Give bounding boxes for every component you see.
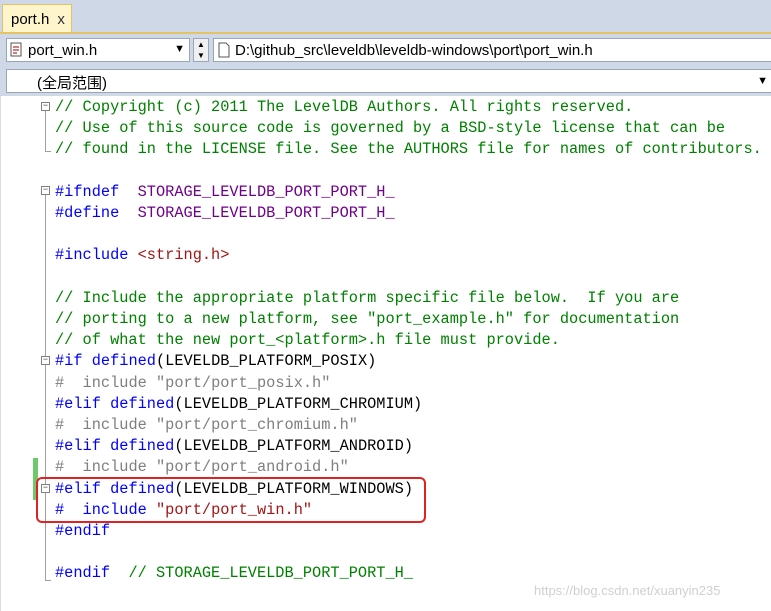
code-token: # — [55, 416, 83, 434]
collapse-icon[interactable]: − — [41, 186, 50, 195]
path-value: D:\github_src\leveldb\leveldb-windows\po… — [235, 41, 593, 59]
code-line[interactable]: // of what the new port_<platform>.h fil… — [55, 330, 560, 351]
code-line[interactable]: // Include the appropriate platform spec… — [55, 288, 679, 309]
code-token: include — [82, 458, 147, 477]
code-token: STORAGE_LEVELDB_PORT_PORT_H_ — [137, 204, 395, 222]
spin-up-icon[interactable]: ▲ — [194, 39, 208, 50]
close-icon[interactable]: x — [57, 11, 65, 28]
outline-line — [45, 556, 46, 580]
outline-line — [45, 111, 46, 151]
code-line[interactable]: // Copyright (c) 2011 The LevelDB Author… — [55, 97, 633, 118]
code-token: (LEVELDB_PLATFORM_POSIX) — [156, 352, 377, 371]
code-line[interactable]: #endif — [55, 521, 110, 542]
code-token: include — [82, 373, 147, 392]
code-token: // Include the appropriate platform spec… — [55, 288, 680, 307]
chevron-down-icon[interactable]: ▼ — [757, 75, 768, 87]
document-icon — [218, 42, 230, 58]
spin-down-icon[interactable]: ▼ — [194, 50, 208, 61]
outline-end — [45, 151, 51, 152]
code-token: # — [55, 373, 83, 392]
tab-port-h[interactable]: port.h x — [2, 4, 72, 33]
code-line[interactable]: #include <string.h> — [55, 245, 229, 266]
code-token: // of what the new port_<platform>.h fil… — [55, 331, 560, 350]
code-line[interactable]: // Use of this source code is governed b… — [55, 118, 725, 139]
tab-label: port.h — [11, 10, 50, 28]
code-token: # — [55, 458, 83, 477]
collapse-icon[interactable]: − — [41, 102, 50, 111]
editor-left-border — [0, 96, 1, 611]
code-line[interactable]: # include "port/port_chromium.h" — [55, 415, 358, 436]
scope-value: (全局范围) — [37, 75, 107, 92]
chevron-down-icon[interactable]: ▼ — [174, 43, 185, 55]
code-line[interactable]: #ifndef STORAGE_LEVELDB_PORT_PORT_H_ — [55, 182, 395, 203]
navigation-bar: port_win.h ▼ ▲ ▼ D:\github_src\leveldb\l… — [0, 32, 771, 68]
code-line[interactable]: #endif // STORAGE_LEVELDB_PORT_PORT_H_ — [55, 563, 413, 584]
code-token: #ifndef — [55, 182, 120, 201]
file-icon — [10, 42, 22, 57]
code-token: // porting to a new platform, see "port_… — [55, 310, 680, 328]
code-line[interactable]: #elif defined(LEVELDB_PLATFORM_CHROMIUM) — [55, 394, 422, 415]
file-dropdown-value: port_win.h — [28, 41, 98, 59]
code-token: <string.h> — [137, 246, 230, 265]
code-token: #endif — [55, 564, 111, 583]
code-token: #endif — [55, 522, 111, 540]
code-token: #elif — [55, 437, 101, 456]
code-token: #include — [55, 246, 129, 265]
highlight-box — [36, 477, 426, 523]
code-token: STORAGE_LEVELDB_PORT_PORT_H_ — [137, 182, 395, 201]
code-token: // found in the LICENSE file. See the AU… — [55, 140, 762, 159]
code-token: #elif — [55, 394, 101, 413]
code-line[interactable]: #if defined(LEVELDB_PLATFORM_POSIX) — [55, 351, 376, 372]
code-editor[interactable]: − − − − // Copyright (c) 2011 The LevelD… — [0, 96, 771, 611]
code-token: // Use of this source code is governed b… — [55, 119, 726, 138]
code-token: #define — [55, 204, 120, 222]
code-line[interactable]: # include "port/port_posix.h" — [55, 373, 330, 394]
code-line[interactable]: // porting to a new platform, see "port_… — [55, 309, 679, 330]
code-token: (LEVELDB_PLATFORM_CHROMIUM) — [174, 394, 423, 413]
code-line[interactable]: # include "port/port_android.h" — [55, 457, 349, 478]
code-token: "port/port_posix.h" — [156, 373, 331, 392]
file-spin-button[interactable]: ▲ ▼ — [193, 38, 209, 62]
outline-end — [45, 580, 51, 581]
code-token: include — [82, 416, 147, 434]
code-line[interactable]: #elif defined(LEVELDB_PLATFORM_ANDROID) — [55, 436, 413, 457]
path-field[interactable]: D:\github_src\leveldb\leveldb-windows\po… — [213, 38, 771, 62]
code-token: defined — [110, 437, 175, 456]
scope-dropdown[interactable]: (全局范围) ▼ — [6, 69, 771, 93]
collapse-icon[interactable]: − — [41, 356, 50, 365]
code-line[interactable]: #define STORAGE_LEVELDB_PORT_PORT_H_ — [55, 203, 395, 224]
code-token: "port/port_android.h" — [156, 458, 349, 477]
code-token: defined — [110, 394, 175, 413]
file-dropdown[interactable]: port_win.h ▼ — [6, 38, 190, 62]
code-token: (LEVELDB_PLATFORM_ANDROID) — [174, 437, 414, 456]
code-token: // Copyright (c) 2011 The LevelDB Author… — [55, 98, 634, 116]
code-token: "port/port_chromium.h" — [156, 416, 358, 434]
watermark: https://blog.csdn.net/xuanyin235 — [534, 583, 721, 598]
scope-bar: (全局范围) ▼ — [0, 66, 771, 96]
code-token: #if — [55, 352, 83, 371]
code-line[interactable]: // found in the LICENSE file. See the AU… — [55, 139, 762, 160]
document-tab-strip: port.h x — [0, 0, 771, 33]
code-token: // STORAGE_LEVELDB_PORT_PORT_H_ — [128, 564, 414, 583]
code-token: defined — [91, 352, 156, 371]
